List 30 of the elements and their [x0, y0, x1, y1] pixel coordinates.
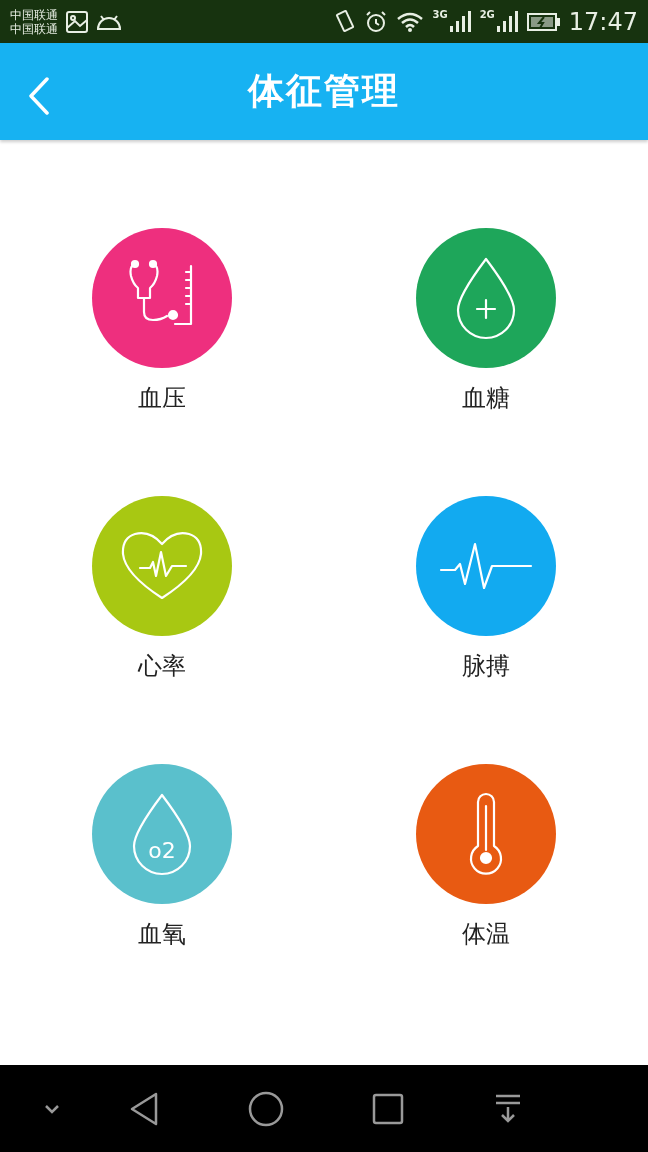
vital-sign-button[interactable]: o2 [92, 764, 232, 904]
heart-pulse-icon [120, 530, 204, 602]
battery-charging-icon [526, 11, 561, 32]
network-type: 2G [479, 9, 495, 20]
page-title: 体征管理 [248, 69, 400, 113]
triangle-back-icon [128, 1090, 160, 1127]
pull-down-icon [494, 1092, 522, 1125]
network-type: 3G [432, 9, 448, 20]
circle-home-icon [248, 1090, 284, 1127]
vital-sign-label: 体温 [462, 919, 510, 950]
carrier-name: 中国联通 [10, 7, 58, 22]
vital-sign-label: 心率 [138, 651, 186, 682]
vital-sign-label: 脉搏 [462, 651, 510, 682]
drop-plus-icon [454, 256, 518, 340]
vital-sign-label: 血氧 [138, 919, 186, 950]
clock-time: 17:47 [568, 7, 638, 36]
vibrate-icon [334, 9, 357, 34]
vital-sign-label: 血压 [138, 383, 186, 414]
square-recents-icon [372, 1092, 404, 1125]
android-icon [96, 13, 122, 30]
oxygen-label: o2 [148, 838, 176, 863]
back-chevron-icon [28, 77, 50, 115]
vital-sign-label: 血糖 [462, 383, 510, 414]
wifi-icon [396, 10, 425, 33]
signal-icon [447, 9, 472, 34]
signal-icon [494, 9, 519, 34]
pulse-icon [438, 540, 534, 592]
image-icon [66, 10, 88, 33]
chevron-down-icon [43, 1102, 61, 1115]
carrier-name: 中国联通 [10, 21, 58, 36]
